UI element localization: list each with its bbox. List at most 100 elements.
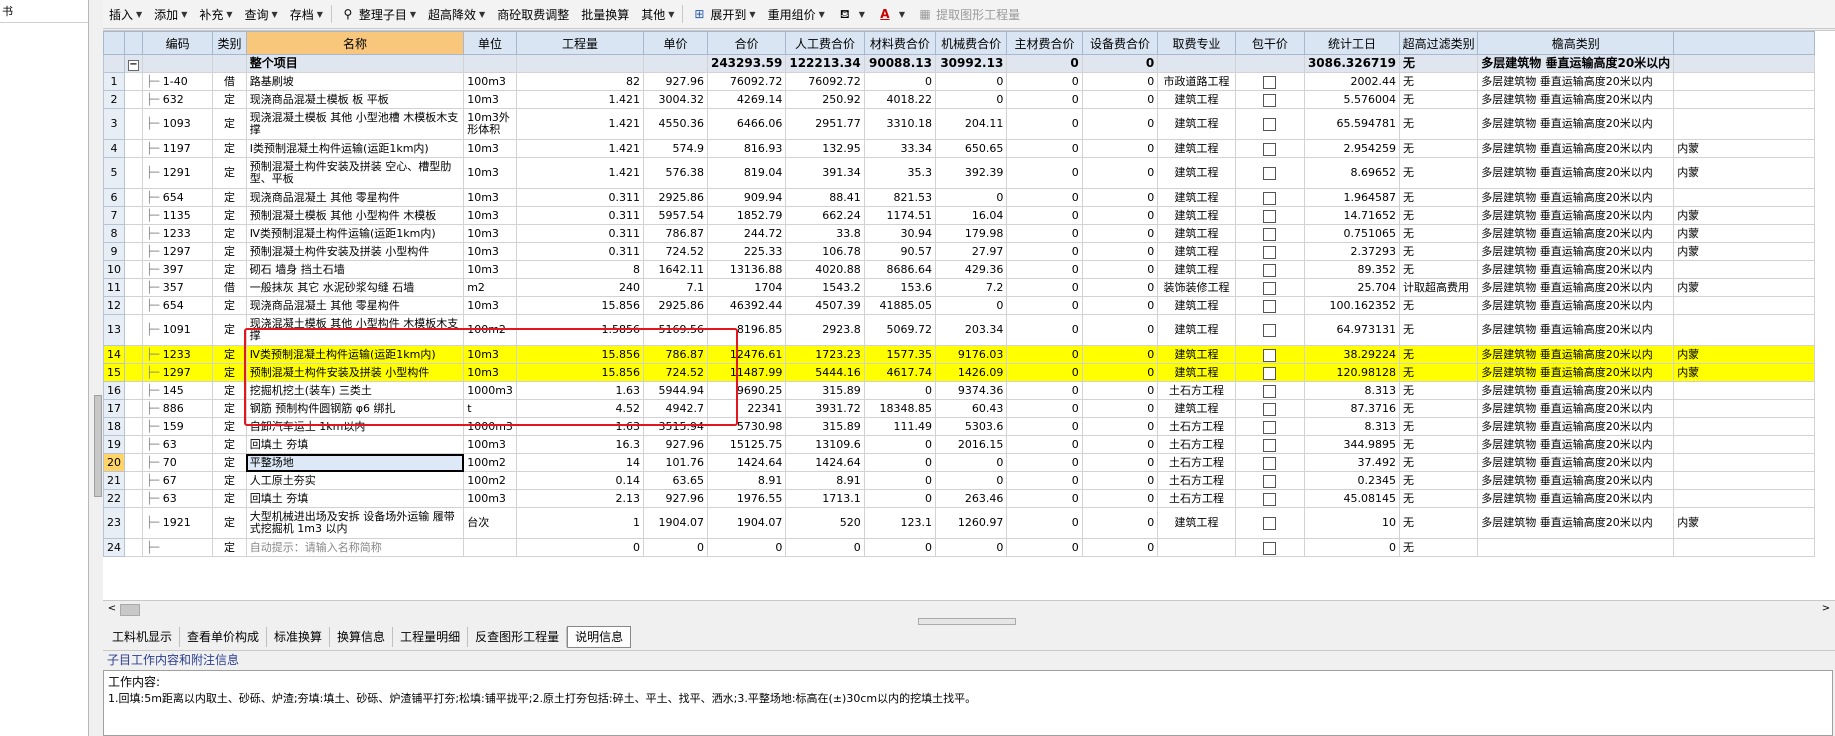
scroll-right-icon[interactable]: > (1819, 603, 1833, 615)
type-cell[interactable]: 定 (212, 242, 247, 261)
column-header[interactable]: 主材费合价 (1006, 31, 1083, 55)
height-filter-cell[interactable]: 无 (1399, 489, 1479, 508)
lump-sum-cell[interactable] (1234, 296, 1305, 315)
lump-sum-checkbox[interactable] (1263, 348, 1277, 362)
toolbar-11-button[interactable]: 重用组价 ▼ (762, 3, 831, 25)
toolbar-7-button[interactable]: 商砼取费调整 (491, 3, 575, 25)
lump-sum-cell[interactable] (1234, 417, 1305, 436)
fee-type-cell[interactable]: 土石方工程 (1157, 381, 1236, 400)
paint-bucket-button[interactable]: ⛾ ▼ (831, 3, 871, 25)
lump-sum-checkbox[interactable] (1263, 263, 1277, 277)
type-cell[interactable]: 定 (212, 314, 247, 346)
fee-type-cell[interactable]: 土石方工程 (1157, 417, 1236, 436)
lump-sum-cell[interactable] (1234, 538, 1305, 557)
table-row[interactable]: 17 ├─ 886 定钢筋 预制构件圆钢筋 φ6 绑扎 t 4.52 4942.7 2234… (103, 399, 1835, 418)
eave-cell[interactable]: 多层建筑物 垂直运输高度20米以内 (1477, 278, 1675, 297)
type-cell[interactable]: 定 (212, 224, 247, 243)
height-filter-cell[interactable]: 无 (1399, 417, 1479, 436)
column-header[interactable]: 包干价 (1234, 31, 1305, 55)
unit-cell[interactable] (463, 538, 517, 557)
height-filter-cell[interactable]: 无 (1399, 90, 1479, 109)
column-header[interactable]: 材料费合价 (863, 31, 937, 55)
table-row[interactable]: 6 ├─ 654 定现浇商品混凝土 其他 零星构件 10m3 0.311 2925.86 9… (103, 188, 1835, 207)
code-cell[interactable]: ├─ 159 (141, 417, 214, 436)
table-row[interactable]: 7 ├─ 1135 定预制混凝土模板 其他 小型构件 木模板 10m3 0.311 595… (103, 206, 1835, 225)
quantity-cell[interactable]: 0.311 (515, 188, 645, 207)
quantity-cell[interactable]: 1.421 (515, 108, 645, 140)
quantity-cell[interactable]: 1.5856 (515, 314, 645, 346)
type-cell[interactable]: 定 (212, 188, 247, 207)
name-cell[interactable]: 挖掘机挖土(装车) 三类土 (245, 381, 465, 400)
code-cell[interactable]: ├─ 654 (141, 188, 214, 207)
toolbar-2-button[interactable]: 补充 ▼ (193, 3, 238, 25)
toolbar-6-button[interactable]: 超高降效 ▼ (422, 3, 491, 25)
column-header[interactable]: 统计工日 (1303, 31, 1401, 55)
table-row[interactable]: 5 ├─ 1291 定预制混凝土构件安装及拼装 空心、槽型肋型、平板 10m3 1.42… (103, 157, 1835, 189)
type-cell[interactable]: 定 (212, 296, 247, 315)
height-filter-cell[interactable]: 无 (1399, 453, 1479, 472)
unit-cell[interactable]: 100m2 (463, 471, 517, 490)
lump-sum-cell[interactable] (1234, 399, 1305, 418)
fee-type-cell[interactable]: 建筑工程 (1157, 314, 1236, 346)
quantity-cell[interactable]: 15.856 (515, 363, 645, 382)
tab-2[interactable]: 标准换算 (267, 627, 331, 647)
unit-cell[interactable]: 100m3 (463, 72, 517, 91)
lump-sum-cell[interactable] (1234, 507, 1305, 539)
table-row[interactable]: 15 ├─ 1297 定预制混凝土构件安装及拼装 小型构件 10m3 15.856 724… (103, 363, 1835, 382)
quantity-cell[interactable]: 8 (515, 260, 645, 279)
fee-type-cell[interactable]: 建筑工程 (1157, 157, 1236, 189)
code-cell[interactable]: ├─ 1297 (141, 363, 214, 382)
lump-sum-checkbox[interactable] (1263, 93, 1277, 107)
table-row[interactable]: 14 ├─ 1233 定 Ⅳ类预制混凝土构件运输(运距1km内) 10m3 15.856 7… (103, 345, 1835, 364)
toolbar-5-button[interactable]: ⚲ 整理子目 ▼ (334, 3, 422, 25)
header-corner[interactable] (103, 31, 125, 55)
column-header[interactable]: 类别 (212, 31, 247, 55)
unit-cell[interactable]: 10m3 (463, 90, 517, 109)
lump-sum-cell[interactable] (1234, 381, 1305, 400)
lump-sum-checkbox[interactable] (1263, 492, 1277, 506)
fee-type-cell[interactable]: 建筑工程 (1157, 363, 1236, 382)
tab-1[interactable]: 查看单价构成 (180, 627, 268, 647)
code-cell[interactable]: ├─ 1297 (141, 242, 214, 261)
type-cell[interactable]: 定 (212, 260, 247, 279)
height-filter-cell[interactable]: 无 (1399, 314, 1479, 346)
height-filter-cell[interactable]: 无 (1399, 399, 1479, 418)
toolbar-12-button[interactable]: ▦ 提取图形工程量 (911, 3, 1026, 25)
type-cell[interactable]: 定 (212, 538, 247, 557)
unit-cell[interactable]: 100m3 (463, 435, 517, 454)
eave-cell[interactable] (1477, 538, 1675, 557)
lump-sum-checkbox[interactable] (1263, 209, 1277, 223)
eave-cell[interactable]: 多层建筑物 垂直运输高度20米以内 (1477, 90, 1675, 109)
eave-cell[interactable]: 多层建筑物 垂直运输高度20米以内 (1477, 507, 1675, 539)
unit-cell[interactable]: 1000m3 (463, 417, 517, 436)
summary-row[interactable]: − 整个项目 243293.59 122213.34 90088.13 30992.13 0… (103, 54, 1835, 73)
column-header[interactable]: 人工费合价 (785, 31, 865, 55)
table-row[interactable]: 20 ├─ 70 定平整场地 100m2 14 101.76 1424.64 1424.64 0… (103, 453, 1835, 472)
lump-sum-cell[interactable] (1234, 157, 1305, 189)
fee-type-cell[interactable]: 建筑工程 (1157, 296, 1236, 315)
quantity-cell[interactable]: 0.311 (515, 206, 645, 225)
type-cell[interactable]: 定 (212, 206, 247, 225)
quantity-cell[interactable]: 0 (515, 538, 645, 557)
quantity-cell[interactable]: 15.856 (515, 296, 645, 315)
table-row[interactable]: 18 ├─ 159 定自卸汽车运土 1km以内 1000m3 1.63 3515.94 57… (103, 417, 1835, 436)
name-cell[interactable]: 自卸汽车运土 1km以内 (245, 417, 465, 436)
lump-sum-cell[interactable] (1234, 188, 1305, 207)
type-cell[interactable]: 借 (212, 72, 247, 91)
code-cell[interactable]: ├─ 1197 (141, 139, 214, 158)
name-cell[interactable]: 自动提示：请输入名称简称 (245, 538, 465, 557)
eave-cell[interactable]: 多层建筑物 垂直运输高度20米以内 (1477, 139, 1675, 158)
unit-cell[interactable]: 10m3 (463, 260, 517, 279)
fee-type-cell[interactable]: 市政道路工程 (1157, 72, 1236, 91)
fee-type-cell[interactable]: 建筑工程 (1157, 139, 1236, 158)
table-row[interactable]: 19 ├─ 63 定回填土 夯填 100m3 16.3 927.96 15125.75 131… (103, 435, 1835, 454)
code-cell[interactable]: ├─ 1233 (141, 224, 214, 243)
column-header[interactable]: 工程量 (515, 31, 645, 55)
column-header[interactable]: 合价 (706, 31, 787, 55)
code-cell[interactable]: ├─ 397 (141, 260, 214, 279)
lump-sum-cell[interactable] (1234, 363, 1305, 382)
column-header[interactable]: 编码 (141, 31, 214, 55)
unit-cell[interactable]: 台次 (463, 507, 517, 539)
name-cell[interactable]: 预制混凝土构件安装及拼装 小型构件 (245, 242, 465, 261)
eave-cell[interactable]: 多层建筑物 垂直运输高度20米以内 (1477, 157, 1675, 189)
